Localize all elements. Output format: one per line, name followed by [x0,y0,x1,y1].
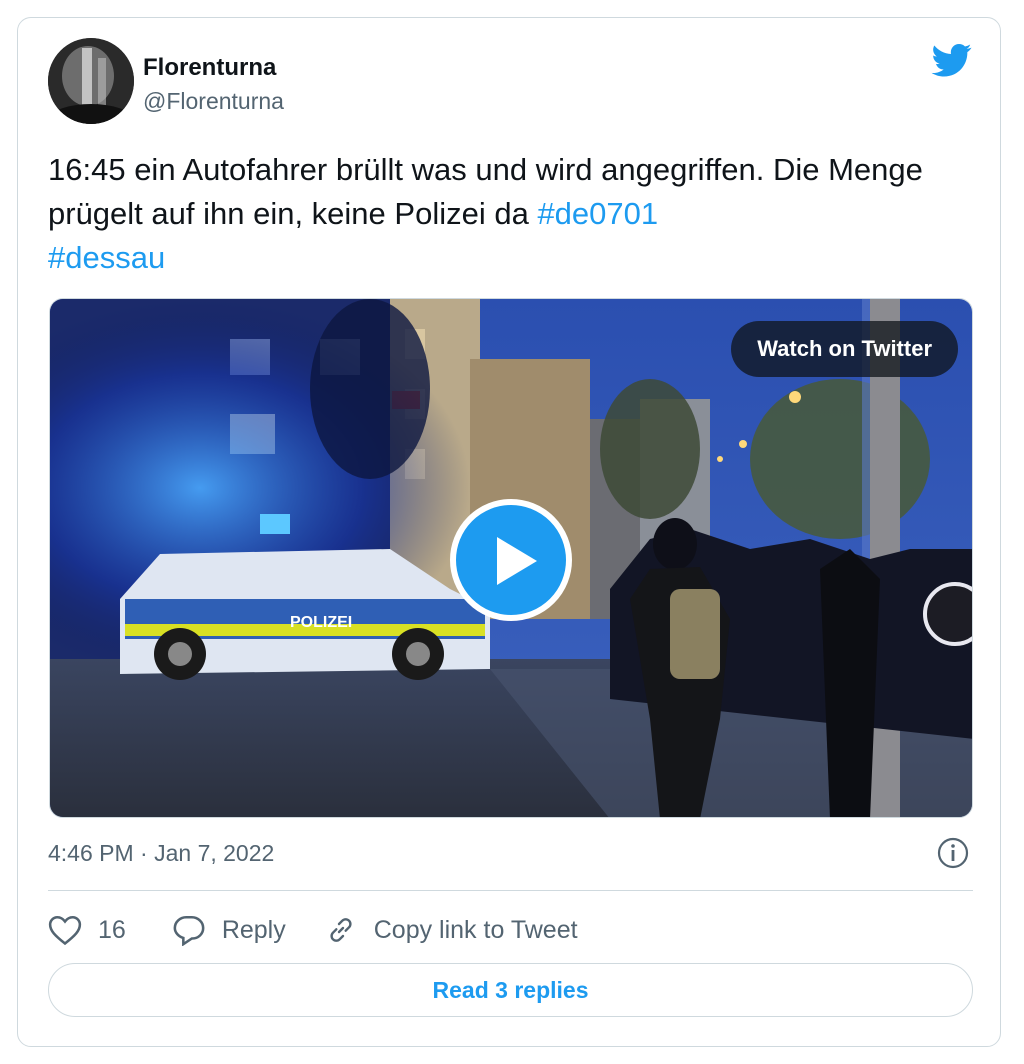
hashtag-de0701[interactable]: #de0701 [537,196,658,231]
read-replies-button[interactable]: Read 3 replies [48,963,973,1017]
hashtag-dessau[interactable]: #dessau [48,240,165,275]
tweet-text: 16:45 ein Autofahrer brüllt was und wird… [48,148,978,280]
like-button[interactable]: 16 [48,914,126,946]
link-icon [330,918,352,942]
avatar[interactable] [48,38,134,124]
copy-link-label: Copy link to Tweet [373,915,578,944]
reply-bubble-icon [173,915,205,946]
info-icon[interactable] [936,836,970,870]
twitter-bird-icon[interactable] [930,40,974,80]
video-thumbnail[interactable]: POLIZEI Watch on Twitter [49,298,973,818]
tweet-body: 16:45 ein Autofahrer brüllt was und wird… [48,152,923,231]
display-name[interactable]: Florenturna [143,54,276,82]
reply-button[interactable]: Reply [172,914,286,946]
play-button[interactable] [450,499,572,621]
copy-link-button[interactable]: Copy link to Tweet [324,914,578,946]
handle[interactable]: @Florenturna [143,88,284,115]
tweet-timestamp[interactable]: 4:46 PM · Jan 7, 2022 [48,840,274,867]
reply-label: Reply [221,915,286,944]
car-text: POLIZEI [290,614,352,631]
play-icon [497,537,537,585]
watch-on-twitter-button[interactable]: Watch on Twitter [731,321,958,377]
like-count: 16 [98,915,126,944]
divider [48,890,973,891]
heart-icon [48,915,82,946]
action-bar: 16 Reply Copy link to Tweet [48,906,578,954]
tweet-card: Florenturna @Florenturna 16:45 ein Autof… [17,17,1001,1047]
